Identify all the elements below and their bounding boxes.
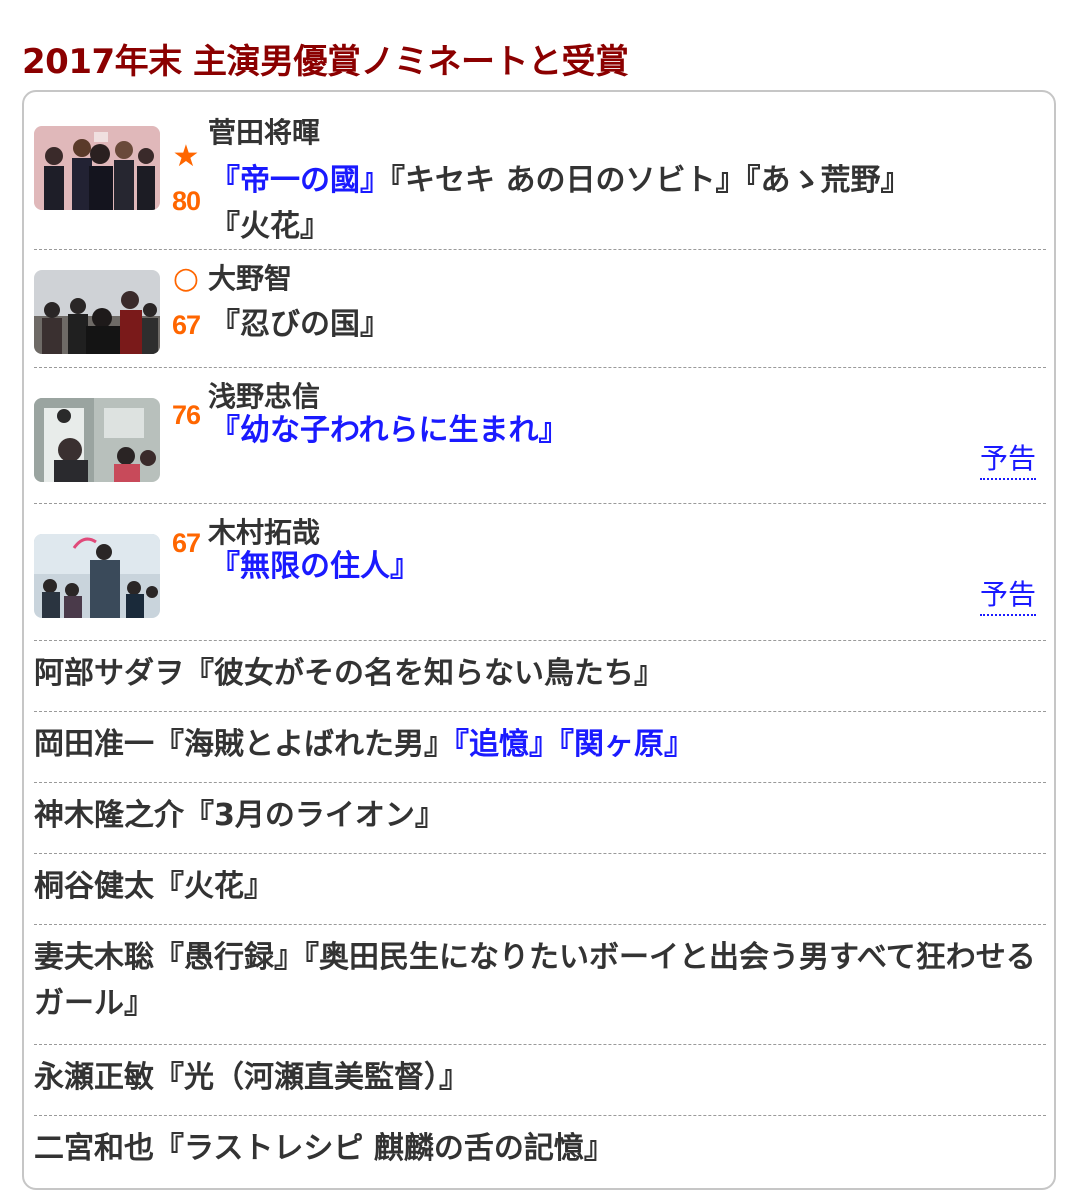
film-title: 『キセキ あの日のソビト』 xyxy=(390,163,746,198)
movie-poster-thumbnail[interactable] xyxy=(34,126,160,210)
nominee-row: 二宮和也『ラストレシピ 麒麟の舌の記憶』 xyxy=(34,1116,1046,1187)
trailer-link[interactable]: 予告 xyxy=(979,578,1036,616)
nominee-row: 永瀬正敏『光（河瀬直美監督）』 xyxy=(34,1045,1046,1116)
nominee-row: 阿部サダヲ『彼女がその名を知らない鳥たち』 xyxy=(34,641,1046,712)
actor-name: 大野智 xyxy=(208,262,293,295)
nominee-row: 妻夫木聡『愚行録』『奥田民生になりたいボーイと出会う男すべて狂わせるガール』 xyxy=(34,925,1046,1045)
film-title: 『火花』 xyxy=(210,209,330,244)
film-title: 『火花』 xyxy=(154,869,274,904)
film-title: 『海賊とよばれた男』 xyxy=(154,727,454,762)
film-title: 『彼女がその名を知らない鳥たち』 xyxy=(184,656,664,691)
actor-name: 阿部サダヲ xyxy=(34,656,184,691)
movie-poster-thumbnail[interactable] xyxy=(34,270,160,354)
nominee-item: ○ 67 大野智 『忍びの国』 xyxy=(34,250,1046,368)
nominee-item: 67 木村拓哉 『無限の住人』 予告 xyxy=(34,504,1046,641)
score: 76 xyxy=(171,400,201,430)
nominee-row: 桐谷健太『火花』 xyxy=(34,854,1046,925)
film-title: 『あゝ荒野』 xyxy=(745,163,911,198)
nominee-item: 76 浅野忠信 『幼な子われらに生まれ』 予告 xyxy=(34,368,1046,504)
film-link[interactable]: 『関ヶ原』 xyxy=(559,727,694,762)
film-list: 『無限の住人』 xyxy=(210,544,1040,590)
nominee-row: 神木隆之介『3月のライオン』 xyxy=(34,783,1046,854)
film-title: 『光（河瀬直美監督）』 xyxy=(154,1060,469,1095)
nominee-list: ★ 80 菅田将暉 『帝一の國』『キセキ あの日のソビト』『あゝ荒野』 『火花』 … xyxy=(22,90,1056,1190)
actor-name: 永瀬正敏 xyxy=(34,1060,154,1095)
movie-poster-thumbnail[interactable] xyxy=(34,534,160,618)
movie-poster-thumbnail[interactable] xyxy=(34,398,160,482)
page-title: 2017年末 主演男優賞ノミネートと受賞 xyxy=(22,42,629,82)
nominee-row: 岡田准一『海賊とよばれた男』『追憶』『関ヶ原』 xyxy=(34,712,1046,783)
award-circle-icon: ○ xyxy=(172,261,200,296)
actor-name: 妻夫木聡 xyxy=(34,940,154,975)
trailer-link[interactable]: 予告 xyxy=(979,442,1036,480)
actor-name: 桐谷健太 xyxy=(34,869,154,904)
score: 67 xyxy=(171,528,201,558)
film-link[interactable]: 『帝一の國』 xyxy=(210,163,390,198)
film-title: 『愚行録』 xyxy=(154,940,304,975)
film-list: 『帝一の國』『キセキ あの日のソビト』『あゝ荒野』『火花』 xyxy=(210,158,1040,250)
film-link[interactable]: 『追憶』 xyxy=(454,727,559,762)
film-title: 『忍びの国』 xyxy=(210,307,390,342)
film-title: 『3月のライオン』 xyxy=(184,798,445,833)
nominee-item: ★ 80 菅田将暉 『帝一の國』『キセキ あの日のソビト』『あゝ荒野』『火花』 xyxy=(34,104,1046,250)
score: 80 xyxy=(171,186,201,216)
film-title: 『ラストレシピ 麒麟の舌の記憶』 xyxy=(154,1131,614,1166)
film-list: 『幼な子われらに生まれ』 xyxy=(210,408,1040,454)
score: 67 xyxy=(171,310,201,340)
film-list: 『忍びの国』 xyxy=(210,302,1040,348)
award-star-icon: ★ xyxy=(172,139,200,174)
actor-name: 岡田准一 xyxy=(34,727,154,762)
actor-name: 菅田将暉 xyxy=(208,116,321,149)
actor-name: 二宮和也 xyxy=(34,1131,154,1166)
film-link[interactable]: 『無限の住人』 xyxy=(210,549,420,584)
film-link[interactable]: 『幼な子われらに生まれ』 xyxy=(210,413,569,448)
actor-name: 神木隆之介 xyxy=(34,798,184,833)
